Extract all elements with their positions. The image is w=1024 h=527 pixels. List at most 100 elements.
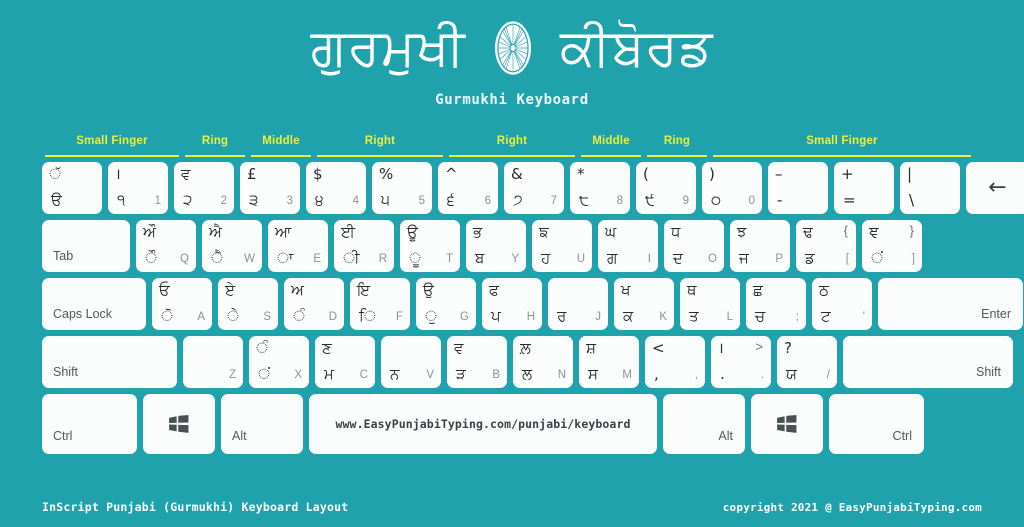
key-i[interactable]: ਘਗ I [598, 220, 658, 272]
key-backslash[interactable]: | \ [900, 162, 960, 214]
key-8[interactable]: * ੮ 8 [570, 162, 630, 214]
key-e[interactable]: ਆਾ E [268, 220, 328, 272]
key-alt-left[interactable]: Alt [221, 394, 303, 454]
key-q[interactable]: ਔੌ Q [136, 220, 196, 272]
key-latin-legend: T [445, 253, 453, 265]
key-x[interactable]: ੰਂ X [249, 336, 309, 388]
key-base-char: ੇ [227, 307, 240, 325]
key-latin-legend: F [395, 311, 403, 323]
key-shift-char: ) [709, 165, 715, 183]
keyboard-row-home: Caps Lock ਓੋ A ਏੇ S ਅੰ D ਇਿ F ਉੁ G ਫ ਪ H ਰ J ਖ ਕ K ਥ ਤ L ਛ ਚ; ਠ ਟ… [42, 278, 1023, 330]
key-g[interactable]: ਉੁ G [416, 278, 476, 330]
key-ctrl-right[interactable]: Ctrl [829, 394, 924, 454]
key-shift-char: % [379, 165, 394, 183]
key-backquote[interactable]: ੱ ੳ [42, 162, 102, 214]
key-quote[interactable]: ਠ ਟ ' [812, 278, 872, 330]
key-slash[interactable]: ? ਯ / [777, 336, 837, 388]
key-m[interactable]: ਸ਼ ਸ M [579, 336, 639, 388]
key-latin-legend: Z [228, 369, 236, 381]
key-h[interactable]: ਫਪ H [482, 278, 542, 330]
title-gurmukhi-left: ਗੁਰਮੁਖੀ [310, 18, 466, 78]
key-base-char: ੁ [425, 307, 438, 325]
key-n[interactable]: ਲ਼ ਲ N [513, 336, 573, 388]
key-j[interactable]: ਰJ [548, 278, 608, 330]
key-u[interactable]: ਙਹ U [532, 220, 592, 272]
key-latin-legend: E [313, 253, 321, 265]
key-0[interactable]: ) ੦ 0 [702, 162, 762, 214]
key-space[interactable]: www.EasyPunjabiTyping.com/punjabi/keyboa… [309, 394, 657, 454]
key-bracketleft[interactable]: ਢ {ਡ [ [796, 220, 856, 272]
key-base-char: ਟ [821, 307, 831, 325]
keyboard-row-bottom: Ctrl Alt www.EasyPunjabiTyping.com/punjabi… [42, 394, 984, 454]
key-ctrl-left[interactable]: Ctrl [42, 394, 137, 454]
key-shift-char: ਭ [473, 223, 483, 241]
key-latin-legend: Y [511, 253, 519, 265]
key-latin-legend: 0 [748, 195, 755, 207]
key-base-char: ੂ [409, 249, 422, 267]
key-7[interactable]: & ੭ 7 [504, 162, 564, 214]
key-b[interactable]: ਵੜ B [447, 336, 507, 388]
key-shift-char: £ [247, 165, 257, 183]
key-p[interactable]: ਝਜ P [730, 220, 790, 272]
key-w[interactable]: ਐੈ W [202, 220, 262, 272]
key-s[interactable]: ਏੇ S [218, 278, 278, 330]
key-label: Alt [718, 429, 733, 443]
key-enter[interactable]: Enter [878, 278, 1023, 330]
key-shift-right[interactable]: Shift [843, 336, 1013, 388]
key-9[interactable]: (੯ 9 [636, 162, 696, 214]
key-3[interactable]: £੩ 3 [240, 162, 300, 214]
key-5[interactable]: % ੫ 5 [372, 162, 432, 214]
key-a[interactable]: ਓੋ A [152, 278, 212, 330]
key-shift-char: ੱ [49, 165, 62, 183]
key-base-char: \ [909, 191, 915, 209]
key-t[interactable]: ਊੂ T [400, 220, 460, 272]
key-latin-legend: U [576, 253, 585, 265]
key-v[interactable]: ਨV [381, 336, 441, 388]
key-semicolon[interactable]: ਛ ਚ; [746, 278, 806, 330]
key-base-char: ੳ [51, 191, 62, 209]
key-2[interactable]: ਵ ੨ 2 [174, 162, 234, 214]
key-minus[interactable]: – - [768, 162, 828, 214]
key-shift-char: ਸ਼ [586, 339, 596, 357]
key-base-char: ਂ [258, 365, 271, 383]
key-latin-legend: [ [845, 253, 849, 265]
key-shift-left[interactable]: Shift [42, 336, 177, 388]
key-1[interactable]: । ੧ 1 [108, 162, 168, 214]
key-period[interactable]: । >.. [711, 336, 771, 388]
key-k[interactable]: ਖਕ K [614, 278, 674, 330]
key-latin-legend: 2 [220, 195, 227, 207]
key-6[interactable]: ^ ੬ 6 [438, 162, 498, 214]
key-win-left[interactable] [143, 394, 215, 454]
key-comma[interactable]: <,, [645, 336, 705, 388]
key-latin-legend: / [826, 369, 830, 381]
key-bracketright[interactable]: ਞ}ਂ] [862, 220, 922, 272]
key-c[interactable]: ਣਮ C [315, 336, 375, 388]
keyboard-row-number: ੱ ੳ । ੧ 1 ਵ ੨ 2 £੩ 3 $੪ 4% ੫ 5 ^ ੬ 6 & ੭ 7 * ੮ 8(੯ 9) ੦ 0– - + = | \ ← [42, 162, 1024, 214]
key-alt-right[interactable]: Alt [663, 394, 745, 454]
key-latin-legend: J [595, 311, 601, 323]
key-4[interactable]: $੪ 4 [306, 162, 366, 214]
key-shift-char: ਲ਼ [520, 339, 531, 357]
key-shift-char: ਛ [753, 281, 763, 299]
key-base-char: ਜ [739, 249, 749, 267]
key-base-char: ਚ [755, 307, 766, 325]
key-shift-char: ਆ [275, 223, 292, 241]
finger-guide-label: Right [364, 135, 396, 147]
key-tab[interactable]: Tab [42, 220, 130, 272]
key-y[interactable]: ਭਬ Y [466, 220, 526, 272]
key-capslock[interactable]: Caps Lock [42, 278, 146, 330]
finger-guide-label: Right [496, 135, 528, 147]
key-r[interactable]: ਈੀ R [334, 220, 394, 272]
key-f[interactable]: ਇਿ F [350, 278, 410, 330]
key-equal[interactable]: + = [834, 162, 894, 214]
key-win-right[interactable] [751, 394, 823, 454]
key-latin-legend: ] [911, 253, 915, 265]
key-d[interactable]: ਅੰ D [284, 278, 344, 330]
key-latin-legend: M [622, 369, 632, 381]
key-backspace[interactable]: ← [966, 162, 1024, 214]
key-z[interactable]: Z [183, 336, 243, 388]
key-latin-legend: D [328, 311, 337, 323]
key-l[interactable]: ਥਤ L [680, 278, 740, 330]
key-shift-char: ^ [445, 165, 458, 183]
key-o[interactable]: ਧਦ O [664, 220, 724, 272]
